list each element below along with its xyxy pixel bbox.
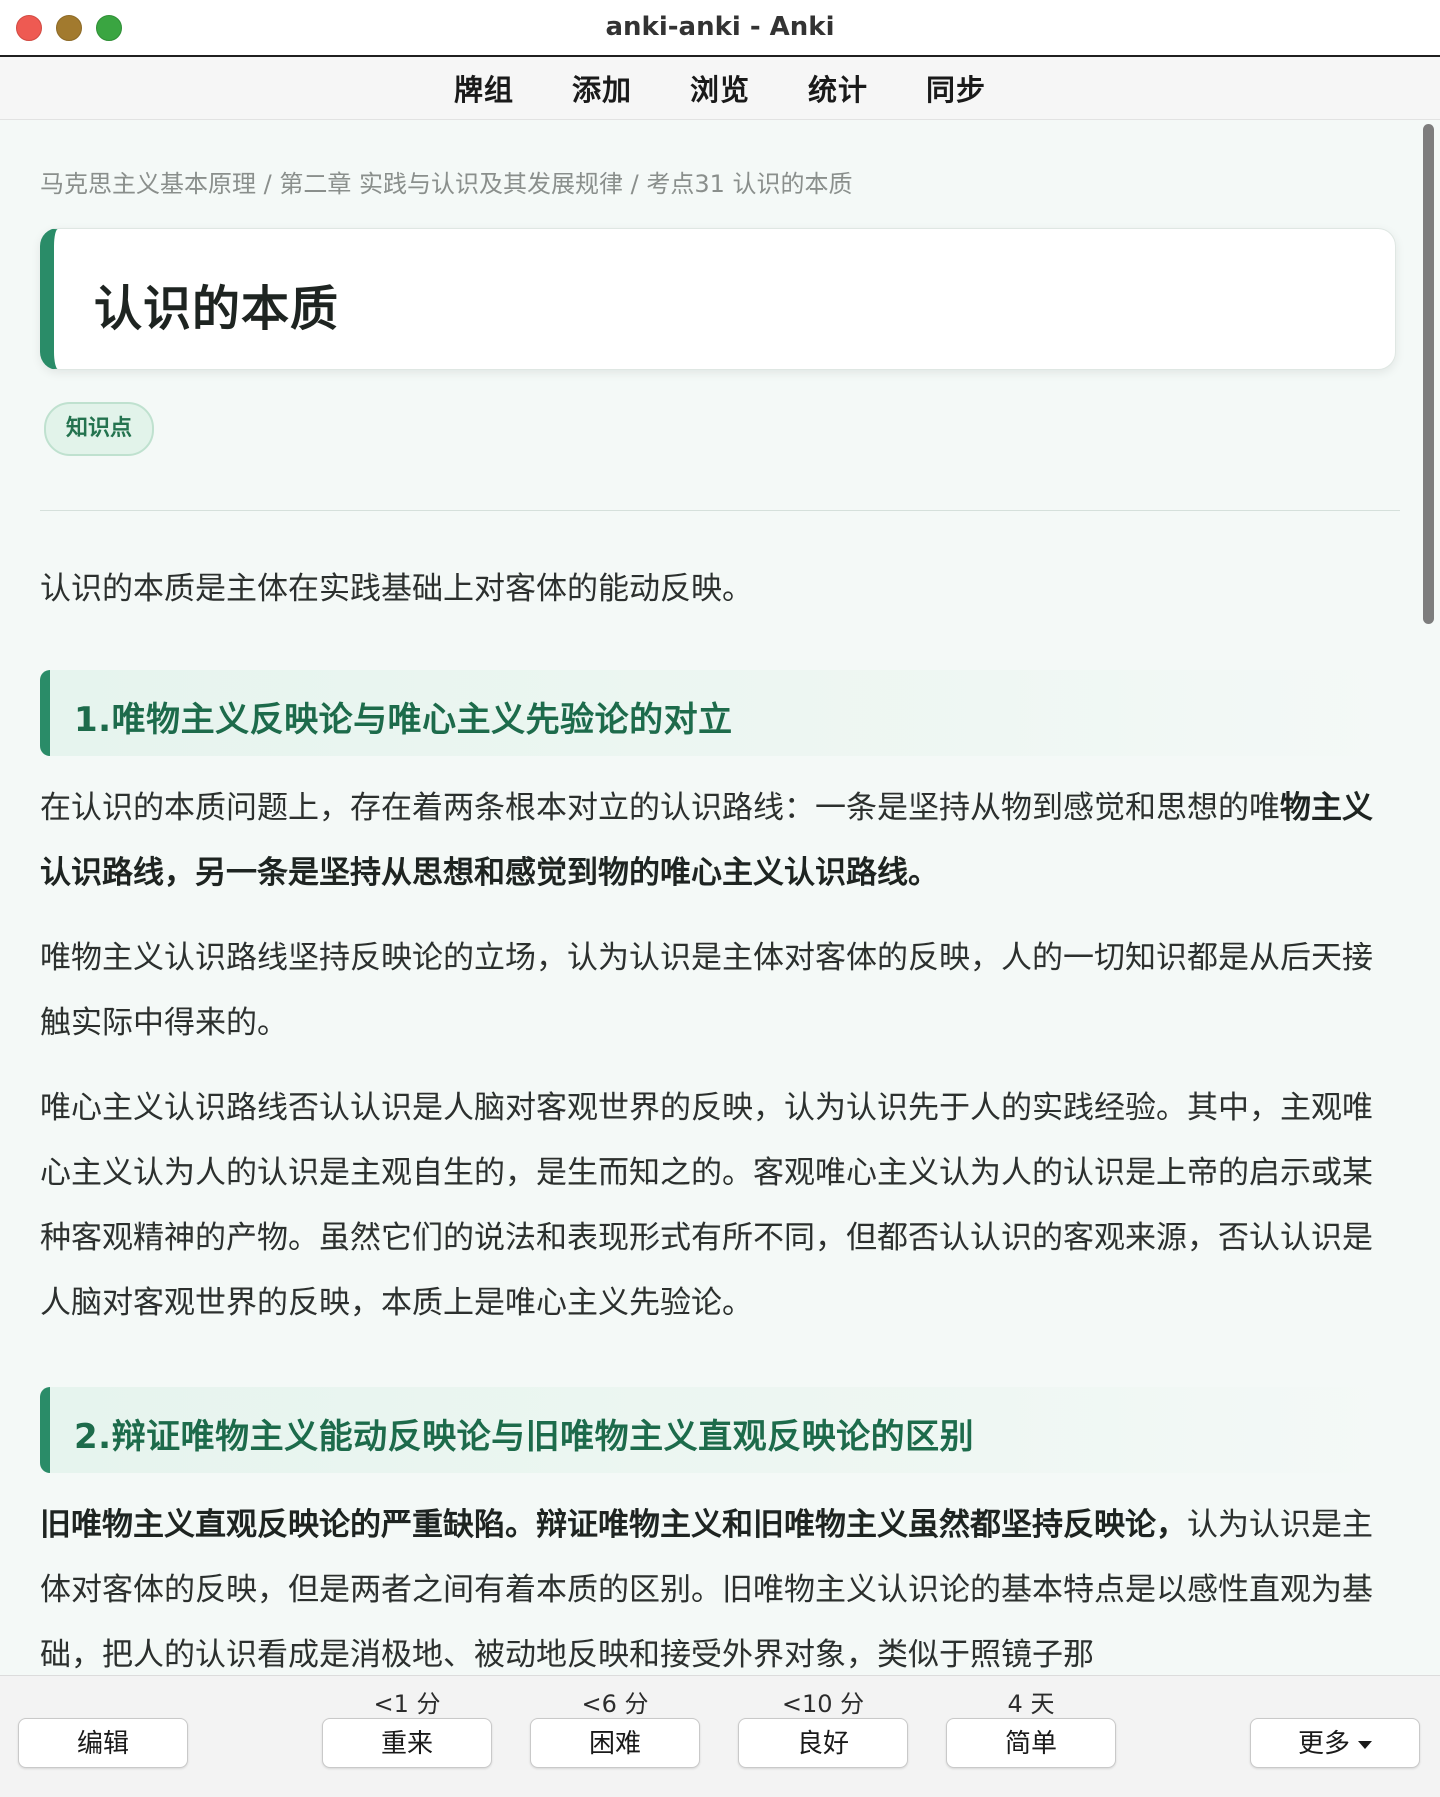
section-heading-2-text: 2.辩证唯物主义能动反映论与旧唯物主义直观反映论的区别 <box>74 1417 975 1457</box>
divider <box>40 510 1400 511</box>
card-title-box: 认识的本质 <box>40 228 1396 370</box>
section2-paragraph-1-bold: 旧唯物主义直观反映论的严重缺陷。辩证唯物主义和旧唯物主义虽然都坚持反映论， <box>40 1507 1187 1543</box>
scrollbar-thumb[interactable] <box>1423 124 1434 624</box>
toolbar-sync[interactable]: 同步 <box>926 67 986 109</box>
more-button[interactable]: 更多 <box>1250 1718 1420 1768</box>
toolbar-browse[interactable]: 浏览 <box>690 67 750 109</box>
card-title: 认识的本质 <box>94 281 340 337</box>
section-heading-2: 2.辩证唯物主义能动反映论与旧唯物主义直观反映论的区别 <box>40 1387 1400 1473</box>
title-bar: anki-anki - Anki <box>0 0 1440 57</box>
edit-button[interactable]: 编辑 <box>18 1718 188 1768</box>
section1-paragraph-2: 唯物主义认识路线坚持反映论的立场，认为认识是主体对客体的反映，人的一切知识都是从… <box>40 940 1373 1041</box>
intro-paragraph: 认识的本质是主体在实践基础上对客体的能动反映。 <box>40 571 753 607</box>
again-interval: <1 分 <box>373 1690 441 1718</box>
window-title: anki-anki - Anki <box>605 12 835 42</box>
section1-paragraph-1-normal: 在认识的本质问题上，存在着两条根本对立的认识路线：一条是坚持从物到感觉和思想的唯 <box>40 790 1280 826</box>
tag-badge: 知识点 <box>44 402 155 456</box>
section-heading-1: 1.唯物主义反映论与唯心主义先验论的对立 <box>40 670 1400 756</box>
answer-bar: 编辑 <1 分 重来 <6 分 困难 <10 分 良好 4 天 简单 更多 <box>0 1675 1440 1797</box>
anki-window: anki-anki - Anki 牌组 添加 浏览 统计 同步 马克思主义基本原… <box>0 0 1440 1797</box>
good-interval: <10 分 <box>781 1690 865 1718</box>
more-button-label: 更多 <box>1297 1729 1350 1759</box>
again-button[interactable]: 重来 <box>322 1718 492 1768</box>
main-toolbar: 牌组 添加 浏览 统计 同步 <box>0 57 1440 120</box>
good-button[interactable]: 良好 <box>738 1718 908 1768</box>
caret-down-icon <box>1358 1740 1372 1749</box>
easy-button[interactable]: 简单 <box>946 1718 1116 1768</box>
easy-interval: 4 天 <box>1007 1690 1055 1718</box>
toolbar-add[interactable]: 添加 <box>572 67 632 109</box>
breadcrumb: 马克思主义基本原理 / 第二章 实践与认识及其发展规律 / 考点31 认识的本质 <box>40 170 853 198</box>
section-heading-1-text: 1.唯物主义反映论与唯心主义先验论的对立 <box>74 700 733 740</box>
toolbar-stats[interactable]: 统计 <box>808 67 868 109</box>
hard-button[interactable]: 困难 <box>530 1718 700 1768</box>
section1-paragraph-3: 唯心主义认识路线否认认识是人脑对客观世界的反映，认为认识先于人的实践经验。其中，… <box>40 1090 1373 1321</box>
section2-paragraph-1: 旧唯物主义直观反映论的严重缺陷。辩证唯物主义和旧唯物主义虽然都坚持反映论，认为认… <box>40 1493 1400 1688</box>
vertical-scrollbar[interactable] <box>1418 120 1438 1675</box>
section1-paragraph-1: 在认识的本质问题上，存在着两条根本对立的认识路线：一条是坚持从物到感觉和思想的唯… <box>40 776 1400 906</box>
toolbar-decks[interactable]: 牌组 <box>454 67 514 109</box>
hard-interval: <6 分 <box>581 1690 649 1718</box>
